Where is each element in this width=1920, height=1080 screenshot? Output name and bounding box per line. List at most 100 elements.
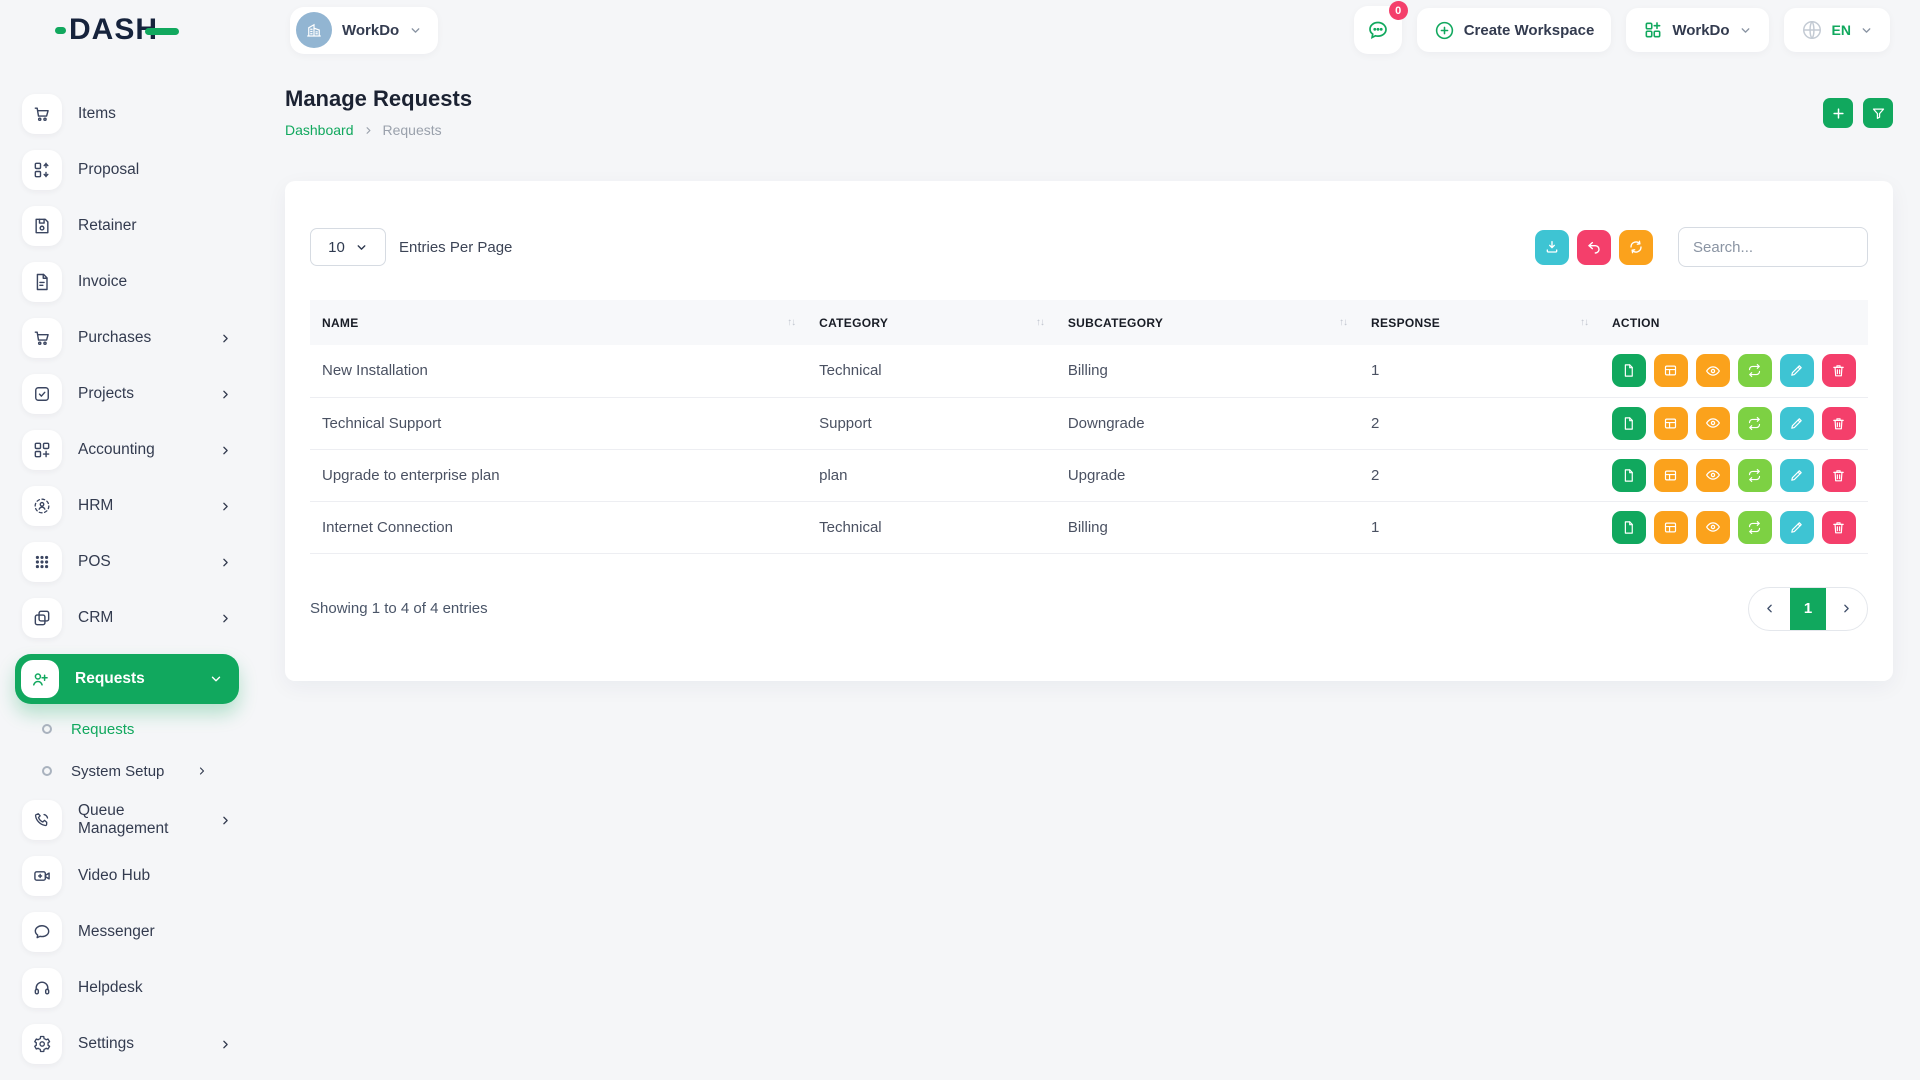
page-title: Manage Requests [285, 86, 472, 112]
sidebar-item-helpdesk[interactable]: Helpdesk [22, 968, 232, 1008]
user-plus-icon [21, 660, 59, 698]
search-input[interactable] [1678, 227, 1868, 267]
cell-response: 2 [1359, 397, 1600, 449]
column-header-category[interactable]: CATEGORY↑↓ [807, 300, 1056, 345]
logo-accent-dot [55, 27, 66, 34]
sidebar-item-pos[interactable]: POS [22, 542, 232, 582]
convert-button[interactable] [1738, 407, 1772, 440]
next-page-button[interactable] [1826, 588, 1867, 630]
chevron-right-icon [219, 444, 232, 457]
workspace-selector[interactable]: WorkDo [290, 7, 438, 54]
eye-icon [1705, 363, 1721, 379]
messages-badge: 0 [1389, 1, 1408, 20]
column-header-response[interactable]: RESPONSE↑↓ [1359, 300, 1600, 345]
view-button[interactable] [1696, 407, 1730, 440]
refresh-button[interactable] [1619, 230, 1653, 265]
sidebar-item-hrm[interactable]: HRM [22, 486, 232, 526]
language-selector[interactable]: EN [1784, 8, 1890, 52]
repeat-icon [1747, 363, 1762, 378]
grid-view-button[interactable] [1654, 511, 1688, 544]
document-button[interactable] [1612, 354, 1646, 387]
sidebar-item-proposal[interactable]: Proposal [22, 150, 232, 190]
breadcrumb-dashboard-link[interactable]: Dashboard [285, 122, 354, 138]
reset-button[interactable] [1577, 230, 1611, 265]
create-workspace-label: Create Workspace [1464, 22, 1595, 39]
convert-button[interactable] [1738, 511, 1772, 544]
workdo-menu-button[interactable]: WorkDo [1626, 8, 1768, 52]
file-icon [1621, 468, 1636, 483]
cell-category: Technical [807, 501, 1056, 553]
sort-icon[interactable]: ↑↓ [787, 317, 795, 328]
delete-button[interactable] [1822, 459, 1856, 492]
sidebar-item-requests[interactable]: Requests [15, 654, 239, 704]
column-header-subcategory[interactable]: SUBCATEGORY↑↓ [1056, 300, 1359, 345]
sidebar-item-accounting[interactable]: Accounting [22, 430, 232, 470]
sort-icon[interactable]: ↑↓ [1036, 317, 1044, 328]
message-bubble-icon [22, 912, 62, 952]
row-actions [1612, 459, 1856, 492]
pencil-icon [1789, 468, 1804, 483]
sidebar-subitem-system-setup[interactable]: System Setup [42, 758, 218, 784]
trash-icon [1831, 416, 1846, 431]
sidebar-item-messenger[interactable]: Messenger [22, 912, 232, 952]
sidebar-item-invoice[interactable]: Invoice [22, 262, 232, 302]
grid-view-button[interactable] [1654, 407, 1688, 440]
add-request-button[interactable] [1823, 98, 1853, 128]
chevron-right-icon [219, 1038, 232, 1051]
delete-button[interactable] [1822, 407, 1856, 440]
view-button[interactable] [1696, 511, 1730, 544]
chevron-right-icon [219, 556, 232, 569]
edit-button[interactable] [1780, 354, 1814, 387]
app-logo[interactable]: DASH [55, 13, 290, 47]
messages-button[interactable]: 0 [1354, 6, 1402, 54]
chevron-right-icon [219, 612, 232, 625]
sidebar-item-crm[interactable]: CRM [22, 598, 232, 638]
cart-icon [22, 94, 62, 134]
chevron-down-icon [1860, 24, 1873, 37]
delete-button[interactable] [1822, 354, 1856, 387]
pencil-icon [1789, 416, 1804, 431]
cell-name: Technical Support [310, 397, 807, 449]
sidebar-item-purchases[interactable]: Purchases [22, 318, 232, 358]
breadcrumb-current: Requests [383, 122, 442, 138]
workspace-avatar [296, 12, 332, 48]
table-row: Technical Support Support Downgrade 2 [310, 397, 1868, 449]
sort-icon[interactable]: ↑↓ [1580, 317, 1588, 328]
requests-table: NAME↑↓ CATEGORY↑↓ SUBCATEGORY↑↓ RESPONSE… [310, 300, 1868, 554]
convert-button[interactable] [1738, 459, 1772, 492]
sidebar-item-projects[interactable]: Projects [22, 374, 232, 414]
page-number-button[interactable]: 1 [1790, 588, 1826, 630]
toolbar-actions [1535, 227, 1868, 267]
convert-button[interactable] [1738, 354, 1772, 387]
edit-button[interactable] [1780, 459, 1814, 492]
row-actions [1612, 407, 1856, 440]
document-button[interactable] [1612, 407, 1646, 440]
cart-icon [22, 318, 62, 358]
edit-button[interactable] [1780, 511, 1814, 544]
grid-view-button[interactable] [1654, 354, 1688, 387]
repeat-icon [1747, 416, 1762, 431]
sidebar-item-queue-management[interactable]: Queue Management [22, 800, 232, 840]
previous-page-button[interactable] [1749, 588, 1790, 630]
filter-button[interactable] [1863, 98, 1893, 128]
delete-button[interactable] [1822, 511, 1856, 544]
document-button[interactable] [1612, 459, 1646, 492]
sort-icon[interactable]: ↑↓ [1339, 317, 1347, 328]
entries-per-page-select[interactable]: 10 [310, 228, 386, 266]
sidebar-item-video-hub[interactable]: Video Hub [22, 856, 232, 896]
export-button[interactable] [1535, 230, 1569, 265]
create-workspace-button[interactable]: Create Workspace [1417, 8, 1612, 52]
view-button[interactable] [1696, 354, 1730, 387]
view-button[interactable] [1696, 459, 1730, 492]
sidebar-subitem-requests[interactable]: Requests [42, 716, 218, 742]
column-header-name[interactable]: NAME↑↓ [310, 300, 807, 345]
grid-view-button[interactable] [1654, 459, 1688, 492]
edit-button[interactable] [1780, 407, 1814, 440]
sidebar-item-settings[interactable]: Settings [22, 1024, 232, 1064]
logo-accent-dash [145, 28, 179, 35]
page-actions [1823, 98, 1893, 128]
sidebar-item-retainer[interactable]: Retainer [22, 206, 232, 246]
eye-icon [1705, 467, 1721, 483]
sidebar-item-items[interactable]: Items [22, 94, 232, 134]
document-button[interactable] [1612, 511, 1646, 544]
